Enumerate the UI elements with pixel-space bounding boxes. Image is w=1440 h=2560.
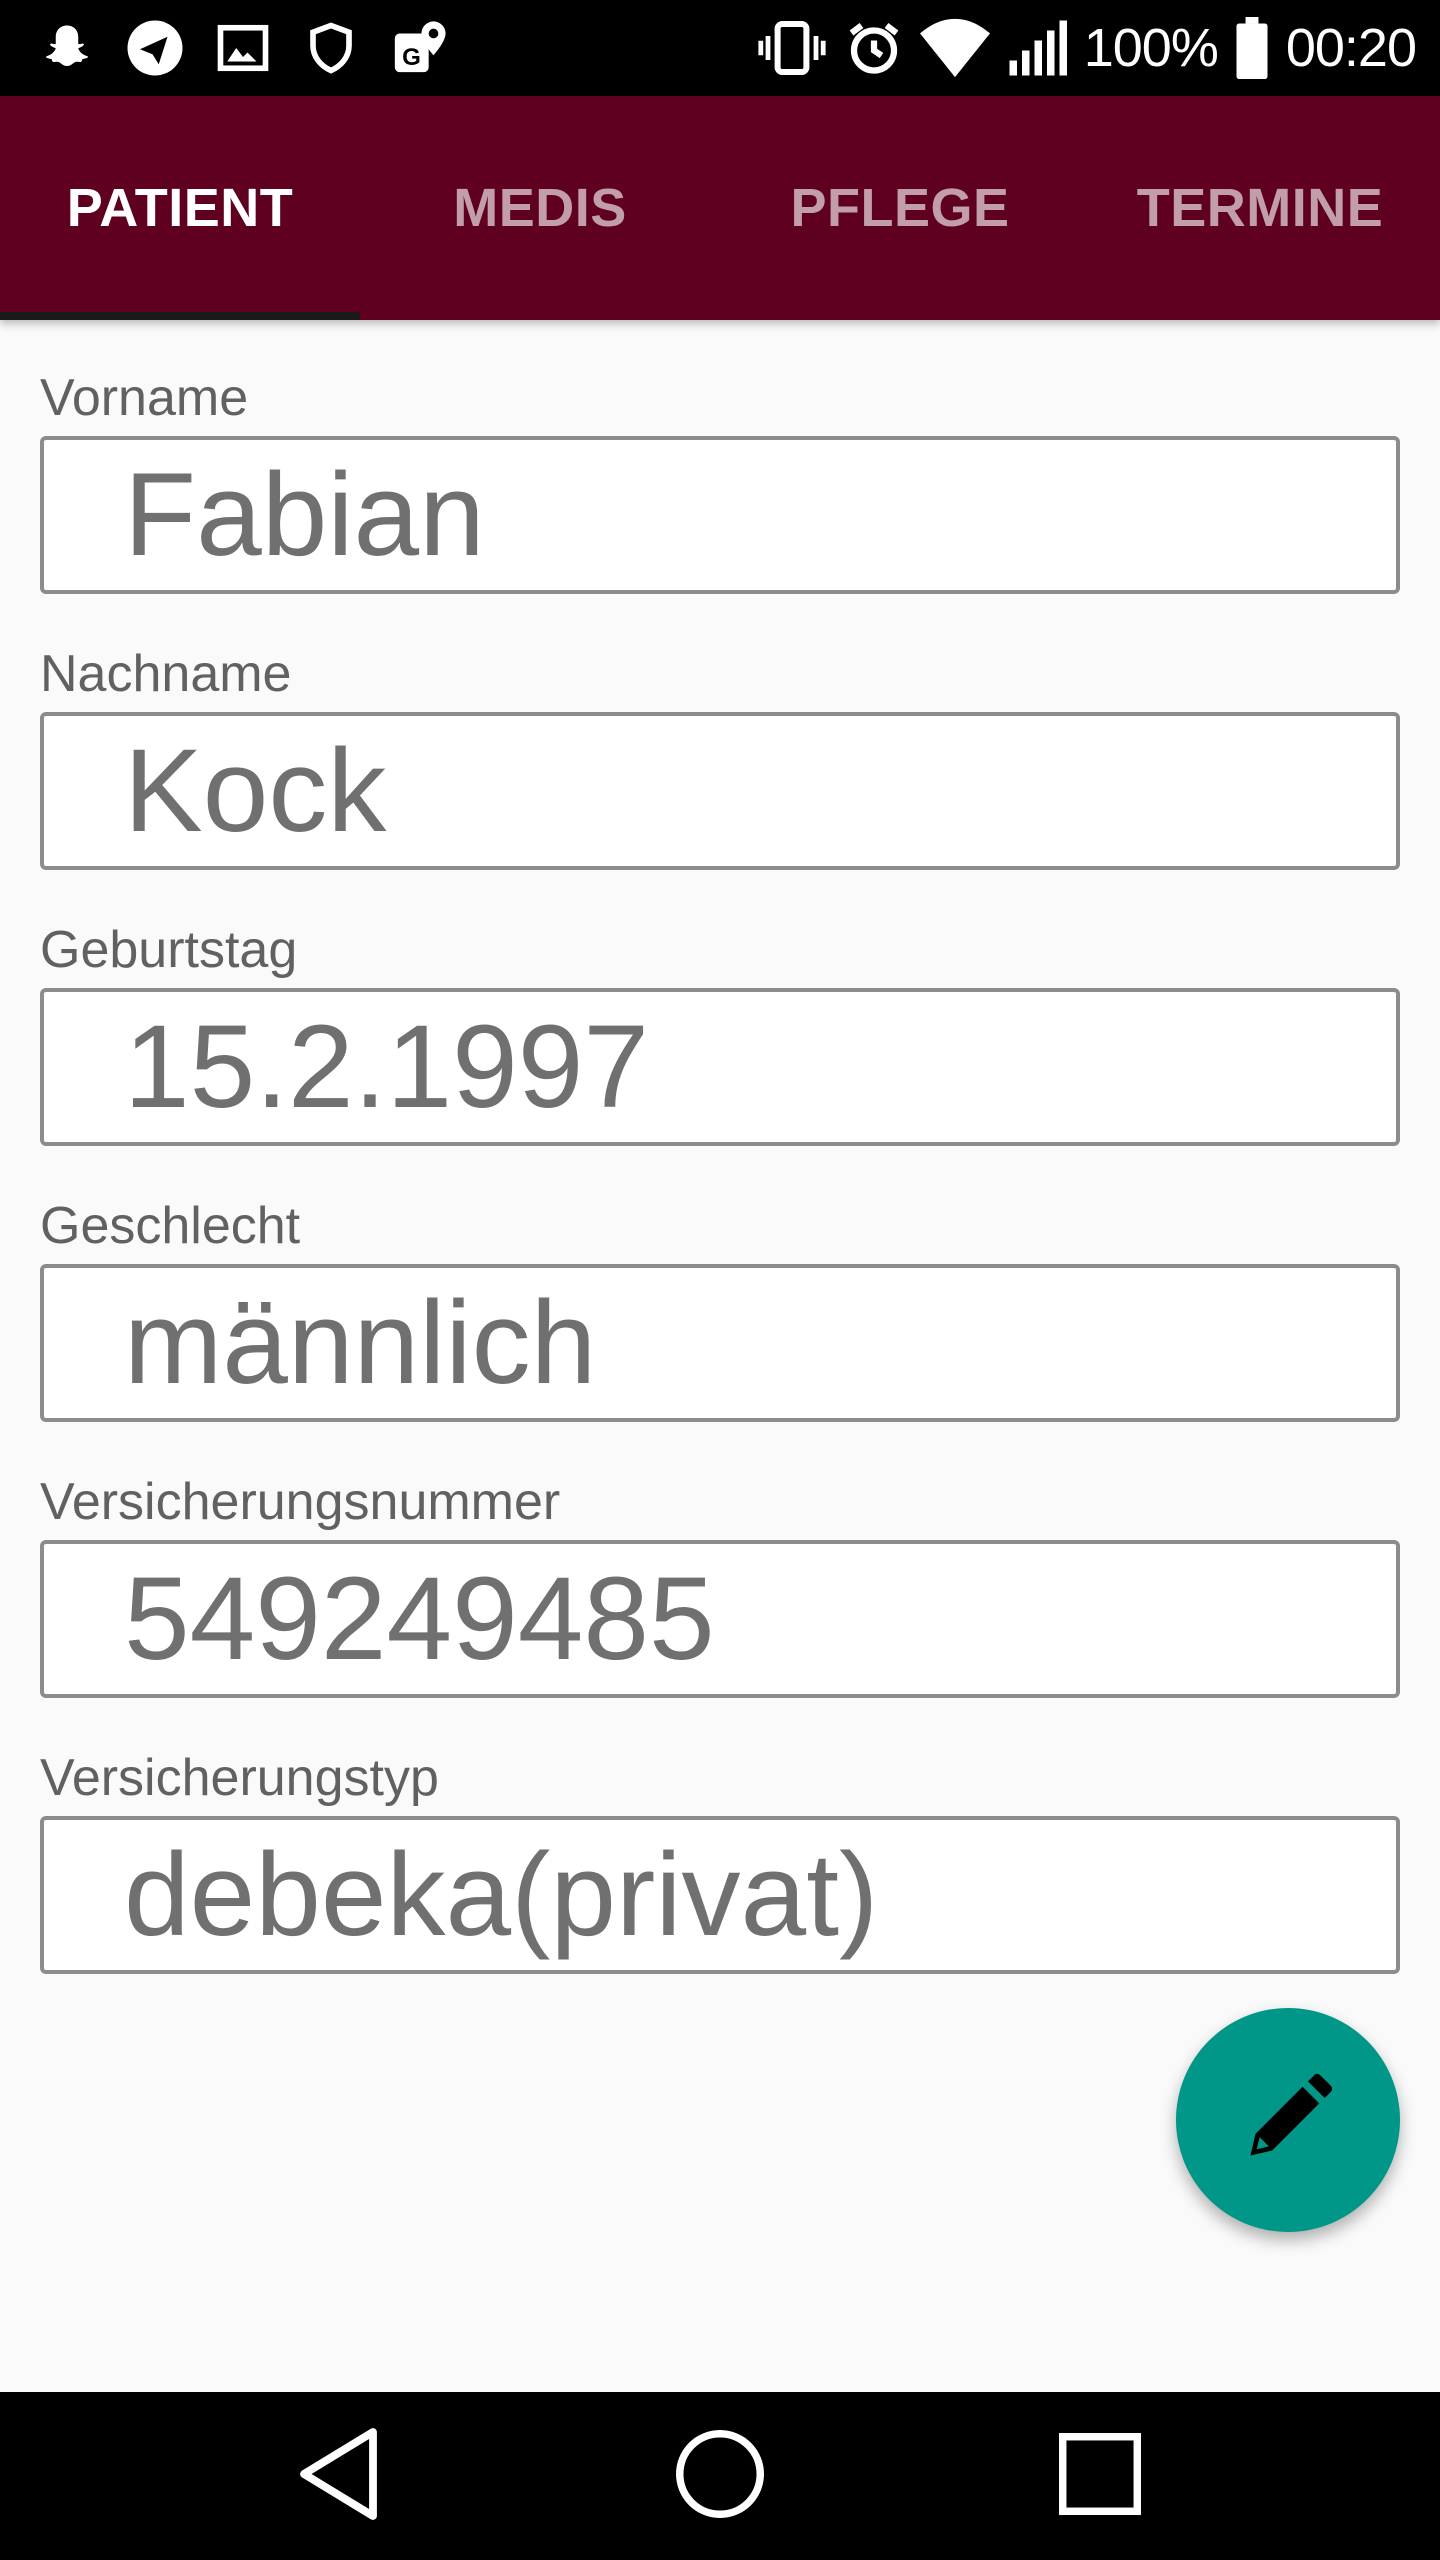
- signal-icon: [1006, 17, 1068, 79]
- battery-icon: [1234, 17, 1270, 79]
- status-bar: G 100% 00:20: [0, 0, 1440, 96]
- back-icon: [295, 2426, 385, 2527]
- versicherungsnummer-value: 549249485: [124, 1553, 715, 1685]
- recents-button[interactable]: [1000, 2392, 1200, 2560]
- geschlecht-label: Geschlecht: [40, 1197, 301, 1255]
- versicherungsnummer-field[interactable]: 549249485: [40, 1540, 1400, 1698]
- versicherungstyp-value: debeka(privat): [124, 1829, 879, 1961]
- nachname-value: Kock: [124, 725, 387, 857]
- telegram-icon: [124, 17, 186, 79]
- geburtstag-value: 15.2.1997: [124, 1001, 649, 1133]
- recents-icon: [1057, 2431, 1143, 2522]
- alarm-icon: [844, 17, 904, 79]
- navigation-bar: [0, 2392, 1440, 2560]
- home-icon: [674, 2428, 766, 2525]
- svg-text:G: G: [402, 44, 421, 71]
- tab-patient[interactable]: PATIENT: [0, 96, 360, 320]
- versicherungsnummer-label: Versicherungsnummer: [40, 1473, 561, 1531]
- tab-indicator: [0, 312, 360, 320]
- pencil-icon: [1238, 2068, 1338, 2173]
- tab-termine[interactable]: TERMINE: [1080, 96, 1440, 320]
- vorname-value: Fabian: [124, 449, 485, 581]
- shield-icon: [300, 17, 362, 79]
- tab-bar: PATIENT MEDIS PFLEGE TERMINE: [0, 96, 1440, 320]
- versicherungstyp-label: Versicherungstyp: [40, 1749, 439, 1807]
- maps-icon: G: [388, 17, 450, 79]
- geburtstag-label: Geburtstag: [40, 921, 298, 979]
- home-button[interactable]: [620, 2392, 820, 2560]
- vorname-field[interactable]: Fabian: [40, 436, 1400, 594]
- system-status: 100% 00:20: [756, 0, 1417, 96]
- battery-percent: 100%: [1083, 18, 1219, 78]
- geschlecht-field[interactable]: männlich: [40, 1264, 1400, 1422]
- snapchat-icon: [36, 17, 98, 79]
- back-button[interactable]: [240, 2392, 440, 2560]
- notification-icons: G: [36, 14, 450, 82]
- vibrate-icon: [756, 17, 828, 79]
- gallery-icon: [212, 17, 274, 79]
- clock: 00:20: [1285, 18, 1417, 78]
- wifi-icon: [919, 17, 990, 79]
- geschlecht-value: männlich: [124, 1277, 597, 1409]
- edit-fab-button[interactable]: [1176, 2008, 1400, 2232]
- tab-medis[interactable]: MEDIS: [360, 96, 720, 320]
- vorname-label: Vorname: [40, 369, 249, 427]
- tab-pflege[interactable]: PFLEGE: [720, 96, 1080, 320]
- nachname-label: Nachname: [40, 645, 292, 703]
- versicherungstyp-field[interactable]: debeka(privat): [40, 1816, 1400, 1974]
- geburtstag-field[interactable]: 15.2.1997: [40, 988, 1400, 1146]
- nachname-field[interactable]: Kock: [40, 712, 1400, 870]
